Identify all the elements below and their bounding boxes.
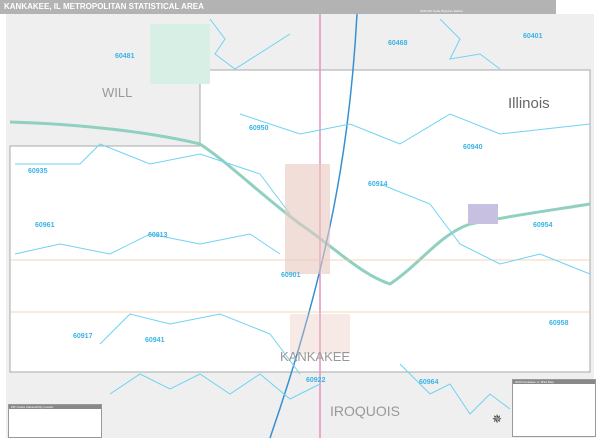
map-key: 2020 Kankakee, IL MSA Map xyxy=(512,379,596,437)
zip-label: 60468 xyxy=(388,40,408,47)
park-area xyxy=(150,24,210,84)
zip-label: 60964 xyxy=(419,379,439,386)
zip-label: 60958 xyxy=(549,320,569,327)
publisher-logo xyxy=(556,0,600,14)
zip-label: 60950 xyxy=(249,125,269,132)
map-canvas[interactable] xyxy=(0,14,600,439)
map-key-title: 2020 Kankakee, IL MSA Map xyxy=(513,380,595,384)
zip-label: 60401 xyxy=(523,33,543,40)
zip-label: 60935 xyxy=(28,168,48,175)
zip-label: 60481 xyxy=(115,53,135,60)
zip-label: 60941 xyxy=(145,337,165,344)
zip-label: 60961 xyxy=(35,222,55,229)
city-locator-table: ZIP Codes Indexed/City Locator xyxy=(8,404,102,438)
zip-label: 60922 xyxy=(306,377,326,384)
title-bar: KANKAKEE, IL METROPOLITAN STATISTICAL AR… xyxy=(0,0,600,14)
zip-label: 60940 xyxy=(463,144,483,151)
city-locator-title: ZIP Codes Indexed/City Locator xyxy=(9,405,101,409)
zip-label: 60901 xyxy=(281,272,301,279)
county-label-will: WILL xyxy=(102,85,133,100)
edition-label: 2020 ZIP Code Premium Edition xyxy=(420,9,463,13)
zip-label: 60913 xyxy=(148,232,168,239)
state-label: Illinois xyxy=(508,95,550,112)
zip-label: 60914 xyxy=(368,181,388,188)
map-title: KANKAKEE, IL METROPOLITAN STATISTICAL AR… xyxy=(4,2,204,11)
county-label-iroquois: IROQUOIS xyxy=(330,403,401,419)
compass-rose-icon: ✵ xyxy=(492,412,503,426)
zip-label: 60917 xyxy=(73,333,93,340)
county-label-kankakee: KANKAKEE xyxy=(280,349,351,364)
zip-label: 60954 xyxy=(533,222,553,229)
